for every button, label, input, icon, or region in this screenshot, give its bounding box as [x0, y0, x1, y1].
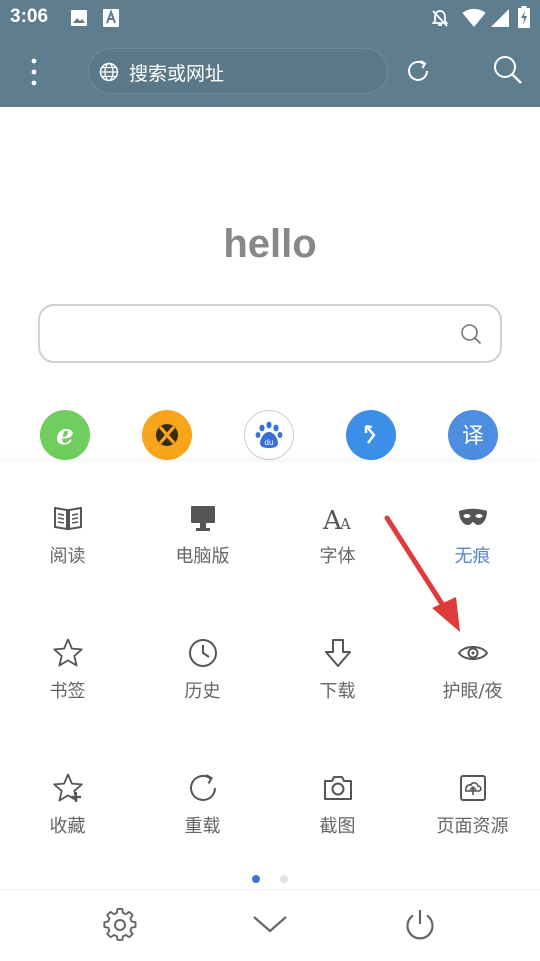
font-a-icon — [103, 9, 119, 27]
mute-bell-icon — [431, 10, 449, 27]
menu-label: 收藏 — [49, 816, 86, 837]
menu-item-history[interactable]: 历史 — [135, 637, 270, 717]
eye-icon — [457, 646, 489, 660]
menu-label: 页面资源 — [436, 816, 509, 837]
menu-item-bookmarks[interactable]: 书签 — [0, 637, 135, 717]
menu-label: 重载 — [184, 816, 221, 837]
battery-charging-icon — [518, 6, 530, 28]
top-bar: 3:06 搜索或网址 — [0, 0, 540, 107]
menu-label: 阅读 — [49, 546, 86, 567]
status-time: 3:06 — [10, 6, 49, 27]
menu-item-favorite[interactable]: 收藏 — [0, 772, 135, 852]
e-browser-icon[interactable]: e — [40, 410, 90, 460]
url-placeholder: 搜索或网址 — [129, 63, 225, 85]
xbox-icon[interactable] — [142, 410, 192, 460]
menu-item-downloads[interactable]: 下载 — [270, 637, 405, 717]
page-dot-active[interactable] — [252, 875, 260, 883]
page-resource-icon — [460, 775, 486, 801]
browser-toolbar: 搜索或网址 — [0, 36, 540, 107]
globe-icon — [99, 62, 119, 82]
menu-item-read[interactable]: 阅读 — [0, 502, 135, 582]
svg-text:e: e — [56, 418, 74, 451]
collapse-chevron-icon[interactable] — [252, 912, 288, 936]
url-bar[interactable]: 搜索或网址 — [88, 48, 388, 94]
font-size-icon: A A — [322, 506, 351, 534]
star-icon — [53, 638, 83, 667]
settings-icon[interactable] — [103, 908, 137, 942]
search-icon[interactable] — [492, 54, 524, 86]
baidu-icon[interactable]: du — [244, 410, 294, 460]
svg-text:du: du — [265, 438, 274, 447]
book-icon — [54, 506, 82, 531]
menu-label: 历史 — [184, 681, 221, 702]
menu-label: 书签 — [49, 681, 86, 702]
menu-label: 截图 — [319, 816, 356, 837]
menu-label: 护眼/夜 — [442, 681, 503, 702]
clock-icon — [189, 639, 217, 667]
arrow-link-icon[interactable] — [346, 410, 396, 460]
translate-icon[interactable]: 译 — [448, 410, 498, 460]
menu-item-screenshot[interactable]: 截图 — [270, 772, 405, 852]
page-dot[interactable] — [280, 875, 288, 883]
image-icon — [71, 10, 87, 26]
menu-label: 下载 — [319, 681, 356, 702]
refresh-icon[interactable] — [403, 56, 433, 86]
power-icon[interactable] — [403, 908, 437, 942]
menu-item-desktop[interactable]: 电脑版 — [135, 502, 270, 582]
star-add-icon — [53, 773, 83, 802]
download-arrow-icon — [325, 639, 351, 667]
signal-icon — [491, 9, 509, 27]
desktop-icon — [191, 506, 215, 531]
menu-item-reload[interactable]: 重载 — [135, 772, 270, 852]
overflow-menu-icon[interactable] — [22, 56, 46, 88]
reload-icon — [190, 774, 216, 801]
translate-glyph: 译 — [462, 424, 484, 449]
menu-label: 电脑版 — [175, 546, 230, 567]
annotation-arrow — [384, 515, 460, 632]
svg-text:A: A — [339, 515, 351, 533]
search-icon[interactable] — [460, 323, 482, 345]
status-bar: 3:06 — [0, 0, 540, 36]
bottom-bar — [0, 889, 540, 961]
home-logo-text: hello — [223, 222, 317, 266]
home-search-box[interactable] — [38, 304, 502, 363]
camera-icon — [324, 776, 352, 800]
quick-shortcuts: e du 译 — [0, 410, 540, 462]
menu-item-page-resources[interactable]: 页面资源 — [405, 772, 540, 852]
menu-item-eye-care-night[interactable]: 护眼/夜 — [405, 637, 540, 717]
wifi-icon — [462, 8, 486, 27]
